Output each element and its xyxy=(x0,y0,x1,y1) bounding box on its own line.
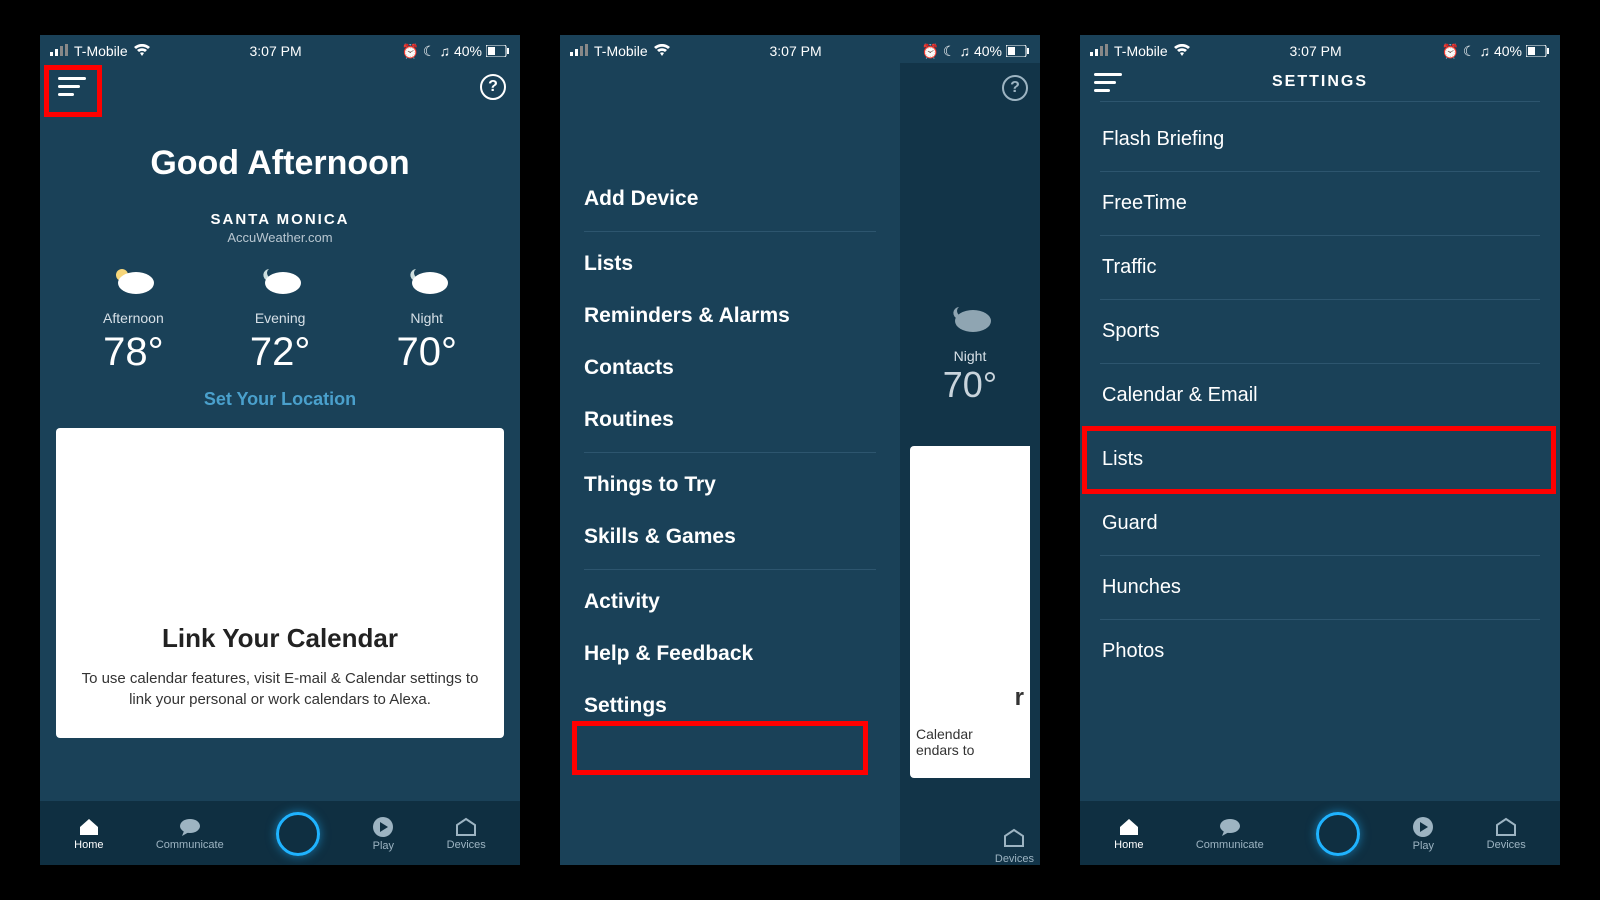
weather-label: Night xyxy=(396,310,457,326)
carrier-label: T-Mobile xyxy=(1114,43,1168,59)
menu-button[interactable] xyxy=(1094,73,1122,92)
background-peek[interactable]: ? Night 70° r Calendar endars to Devices xyxy=(900,63,1040,865)
cloud-moon-icon xyxy=(402,284,452,301)
greeting-text: Good Afternoon xyxy=(40,144,520,183)
alexa-ring-icon xyxy=(1316,812,1360,856)
drawer-lists[interactable]: Lists xyxy=(584,238,876,290)
settings-guard[interactable]: Guard xyxy=(1100,492,1540,556)
tab-play[interactable]: Play xyxy=(1412,816,1434,852)
status-bar: T-Mobile 3:07 PM ⏰ ☾ ♫ 40% xyxy=(560,35,1040,63)
alarm-icon: ⏰ xyxy=(921,43,938,60)
clock-label: 3:07 PM xyxy=(770,43,822,59)
cloud-sun-icon xyxy=(108,284,158,301)
location-label: SANTA MONICA xyxy=(40,211,520,228)
drawer-contacts[interactable]: Contacts xyxy=(584,342,876,394)
drawer-skills-games[interactable]: Skills & Games xyxy=(584,511,876,563)
weather-source: AccuWeather.com xyxy=(40,230,520,245)
card-body: To use calendar features, visit E-mail &… xyxy=(74,668,486,710)
weather-row: Afternoon 78° Evening 72° Night 70° xyxy=(40,263,520,375)
calendar-card[interactable]: Link Your Calendar To use calendar featu… xyxy=(56,428,504,738)
settings-flash-briefing[interactable]: Flash Briefing xyxy=(1100,108,1540,172)
tab-play[interactable]: Play xyxy=(372,816,394,852)
drawer-reminders[interactable]: Reminders & Alarms xyxy=(584,290,876,342)
weather-temp: 72° xyxy=(250,330,311,375)
tab-devices[interactable]: Devices xyxy=(1487,817,1526,851)
screen-settings: T-Mobile 3:07 PM ⏰ ☾ ♫ 40% SETTINGS Flas… xyxy=(1080,35,1560,865)
clock-label: 3:07 PM xyxy=(250,43,302,59)
settings-photos[interactable]: Photos xyxy=(1100,620,1540,683)
status-bar: T-Mobile 3:07 PM ⏰ ☾ ♫ 40% xyxy=(40,35,520,63)
settings-sports[interactable]: Sports xyxy=(1100,300,1540,364)
moon-icon: ☾ xyxy=(1463,43,1476,60)
battery-label: 40% xyxy=(974,43,1002,59)
help-icon[interactable]: ? xyxy=(480,74,506,100)
carrier-label: T-Mobile xyxy=(594,43,648,59)
settings-calendar-email[interactable]: Calendar & Email xyxy=(1100,364,1540,428)
headphones-icon: ♫ xyxy=(959,43,970,59)
settings-lists[interactable]: Lists xyxy=(1100,428,1540,492)
tab-bar: Home Communicate Play Devices xyxy=(1080,801,1560,865)
card-title: Link Your Calendar xyxy=(162,623,398,654)
tab-devices[interactable]: Devices xyxy=(447,817,486,851)
help-icon[interactable]: ? xyxy=(1002,75,1028,101)
alexa-ring-icon xyxy=(276,812,320,856)
drawer-settings[interactable]: Settings xyxy=(584,680,876,732)
tab-home[interactable]: Home xyxy=(1114,817,1143,851)
battery-label: 40% xyxy=(454,43,482,59)
cloud-moon-icon xyxy=(255,284,305,301)
battery-icon xyxy=(486,45,510,57)
moon-icon: ☾ xyxy=(943,43,956,60)
peek-label: Night xyxy=(900,348,1040,364)
alarm-icon: ⏰ xyxy=(401,43,418,60)
headphones-icon: ♫ xyxy=(1479,43,1490,59)
drawer-add-device[interactable]: Add Device xyxy=(584,173,876,225)
wifi-icon xyxy=(654,43,670,59)
signal-icon xyxy=(50,43,68,59)
drawer-activity[interactable]: Activity xyxy=(584,576,876,628)
tab-alexa[interactable] xyxy=(1316,812,1360,856)
settings-hunches[interactable]: Hunches xyxy=(1100,556,1540,620)
battery-label: 40% xyxy=(1494,43,1522,59)
page-title: SETTINGS xyxy=(1080,63,1560,97)
moon-icon: ☾ xyxy=(423,43,436,60)
set-location-link[interactable]: Set Your Location xyxy=(40,389,520,410)
peek-temp: 70° xyxy=(900,364,1040,406)
battery-icon xyxy=(1006,45,1030,57)
screen-home: T-Mobile 3:07 PM ⏰ ☾ ♫ 40% ? Good Aftern… xyxy=(40,35,520,865)
settings-traffic[interactable]: Traffic xyxy=(1100,236,1540,300)
screen-drawer: T-Mobile 3:07 PM ⏰ ☾ ♫ 40% ? Night 70° r… xyxy=(560,35,1040,865)
tab-communicate[interactable]: Communicate xyxy=(1196,817,1264,851)
tab-bar: Home Communicate Play Devices xyxy=(40,801,520,865)
tab-alexa[interactable] xyxy=(276,812,320,856)
weather-temp: 78° xyxy=(103,330,164,375)
wifi-icon xyxy=(1174,43,1190,59)
tab-communicate[interactable]: Communicate xyxy=(156,817,224,851)
weather-label: Evening xyxy=(250,310,311,326)
settings-freetime[interactable]: FreeTime xyxy=(1100,172,1540,236)
drawer-routines[interactable]: Routines xyxy=(584,394,876,446)
settings-list[interactable]: Flash Briefing FreeTime Traffic Sports C… xyxy=(1080,102,1560,683)
drawer-help-feedback[interactable]: Help & Feedback xyxy=(584,628,876,680)
alarm-icon: ⏰ xyxy=(1441,43,1458,60)
weather-temp: 70° xyxy=(396,330,457,375)
wifi-icon xyxy=(134,43,150,59)
clock-label: 3:07 PM xyxy=(1290,43,1342,59)
weather-label: Afternoon xyxy=(103,310,164,326)
peek-card: r Calendar endars to xyxy=(910,446,1030,778)
signal-icon xyxy=(1090,43,1108,59)
drawer-things-to-try[interactable]: Things to Try xyxy=(584,459,876,511)
battery-icon xyxy=(1526,45,1550,57)
nav-drawer: Add Device Lists Reminders & Alarms Cont… xyxy=(560,63,900,865)
signal-icon xyxy=(570,43,588,59)
carrier-label: T-Mobile xyxy=(74,43,128,59)
tab-home[interactable]: Home xyxy=(74,817,103,851)
menu-button[interactable] xyxy=(54,71,90,102)
headphones-icon: ♫ xyxy=(439,43,450,59)
status-bar: T-Mobile 3:07 PM ⏰ ☾ ♫ 40% xyxy=(1080,35,1560,63)
cloud-moon-icon xyxy=(945,322,995,339)
